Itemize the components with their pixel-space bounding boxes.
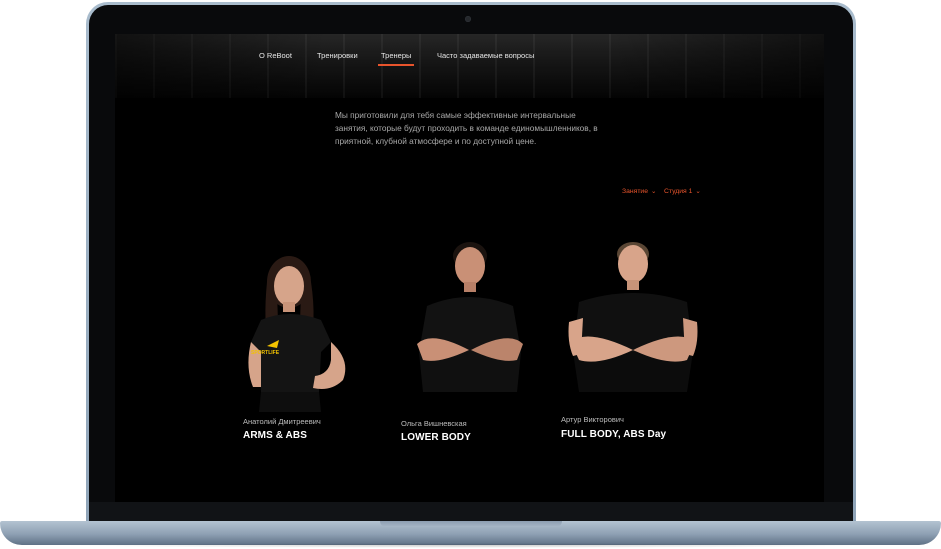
- nav-item-faq[interactable]: Часто задаваемые вопросы: [437, 51, 534, 60]
- trainer-photo: SPORTLIFE: [248, 256, 346, 412]
- nav-item-about[interactable]: О ReBoot: [259, 51, 292, 60]
- activity-filter-label: Занятие: [622, 188, 649, 195]
- intro-text: Мы приготовили для тебя самые эффективны…: [335, 109, 625, 147]
- trainer-card[interactable]: Ольга Вишневская LOWER BODY: [399, 232, 529, 452]
- trainer-class: LOWER BODY: [401, 432, 471, 443]
- chevron-down-icon: ⌄: [651, 188, 657, 195]
- trainer-name: Ольга Вишневская: [401, 419, 467, 428]
- website-screen: О ReBoot Тренировки Тренеры Часто задава…: [115, 34, 824, 502]
- trainer-card[interactable]: SPORTLIFE Анатолий Дмитреевич ARMS & ABS: [239, 242, 369, 452]
- laptop-shadow: [60, 543, 881, 548]
- trainer-photo: [417, 242, 523, 392]
- laptop-mockup: О ReBoot Тренировки Тренеры Часто задава…: [0, 0, 941, 549]
- trainer-name: Анатолий Дмитреевич: [243, 417, 321, 426]
- studio-filter[interactable]: Студия 1 ⌄: [664, 187, 701, 195]
- trainer-class: FULL BODY, ABS Day: [561, 429, 667, 440]
- trainer-photo: [568, 242, 698, 392]
- shirt-logo: SPORTLIFE: [251, 350, 280, 356]
- intro-line: приятной, клубной атмосфере и по доступн…: [335, 135, 537, 146]
- trainer-card[interactable]: Артур Викторович FULL BODY, ABS Day: [561, 232, 701, 452]
- trainer-name: Артур Викторович: [561, 415, 624, 424]
- chevron-down-icon: ⌄: [695, 188, 701, 195]
- main-nav: О ReBoot Тренировки Тренеры Часто задава…: [115, 51, 824, 71]
- activity-filter[interactable]: Занятие ⌄: [622, 187, 656, 195]
- studio-filter-label: Студия 1: [664, 188, 693, 195]
- nav-item-workouts[interactable]: Тренировки: [317, 51, 358, 60]
- laptop-base-notch: [380, 521, 562, 527]
- trainer-class: ARMS & ABS: [243, 430, 307, 441]
- intro-line: занятия, которые будут проходить в коман…: [335, 122, 598, 133]
- nav-item-trainers[interactable]: Тренеры: [377, 51, 415, 66]
- camera-icon: [465, 16, 471, 22]
- intro-line: Мы приготовили для тебя самые эффективны…: [335, 110, 576, 120]
